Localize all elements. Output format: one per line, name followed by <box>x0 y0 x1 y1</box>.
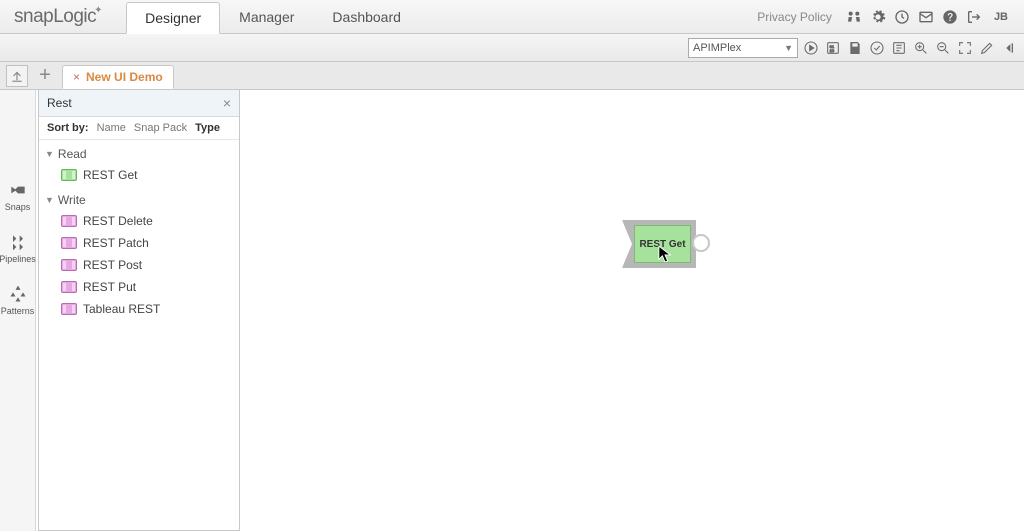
mail-icon[interactable] <box>918 9 934 25</box>
svg-text:10: 10 <box>830 48 835 53</box>
sort-label: Sort by: <box>47 122 89 134</box>
privacy-policy-link[interactable]: Privacy Policy <box>757 10 832 24</box>
rail-pipelines-label: Pipelines <box>0 254 36 264</box>
clock-icon[interactable] <box>894 9 910 25</box>
snap-type-write-icon <box>61 237 77 249</box>
play-icon[interactable] <box>802 39 820 57</box>
properties-icon[interactable] <box>890 39 908 57</box>
toolbar: APIMPlex ▼ 0110 <box>0 34 1024 62</box>
fit-icon[interactable] <box>956 39 974 57</box>
snap-item-label: Tableau REST <box>83 302 160 316</box>
help-icon[interactable] <box>942 9 958 25</box>
rail-snaps-label: Snaps <box>5 202 31 212</box>
snap-item-rest-post[interactable]: REST Post <box>43 254 235 276</box>
snap-item-rest-patch[interactable]: REST Patch <box>43 232 235 254</box>
side-rail: Snaps Pipelines Patterns <box>0 90 36 531</box>
header-right: Privacy Policy JB <box>757 9 1024 25</box>
snap-item-label: REST Delete <box>83 214 153 228</box>
sort-row: Sort by: Name Snap Pack Type <box>39 117 239 140</box>
exit-icon[interactable] <box>966 9 982 25</box>
group-name-read: Read <box>58 147 87 161</box>
group-name-write: Write <box>58 193 86 207</box>
chevron-down-icon: ▼ <box>784 43 793 53</box>
upload-pipeline-button[interactable] <box>6 65 28 87</box>
pipeline-canvas[interactable]: REST Get <box>240 90 1024 531</box>
sort-type[interactable]: Type <box>195 122 220 134</box>
snap-item-label: REST Put <box>83 280 136 294</box>
snap-item-rest-delete[interactable]: REST Delete <box>43 210 235 232</box>
rail-pipelines[interactable]: Pipelines <box>0 232 36 264</box>
save-icon[interactable] <box>846 39 864 57</box>
pipeline-dropdown-value: APIMPlex <box>693 42 741 54</box>
new-pipeline-button[interactable]: + <box>34 65 56 87</box>
zoom-out-icon[interactable] <box>934 39 952 57</box>
close-tab-icon[interactable]: × <box>73 70 80 84</box>
snap-type-write-icon <box>61 281 77 293</box>
snap-item-tableau-rest[interactable]: Tableau REST <box>43 298 235 320</box>
snap-catalog-panel: × Sort by: Name Snap Pack Type ▼ Read RE… <box>38 90 240 531</box>
document-tab[interactable]: × New UI Demo <box>62 65 174 89</box>
snap-search-input[interactable] <box>39 90 215 116</box>
snap-tree: ▼ Read REST Get ▼ Write REST Delete <box>39 140 239 328</box>
clear-search-icon[interactable]: × <box>215 95 239 111</box>
triangle-down-icon: ▼ <box>45 195 54 205</box>
rail-patterns-label: Patterns <box>1 306 35 316</box>
rail-patterns[interactable]: Patterns <box>1 284 35 316</box>
pipeline-dropdown[interactable]: APIMPlex ▼ <box>688 38 798 58</box>
binary-icon[interactable]: 0110 <box>824 39 842 57</box>
zoom-in-icon[interactable] <box>912 39 930 57</box>
group-header-read[interactable]: ▼ Read <box>43 144 235 164</box>
brand-logo: snapLogic✦ <box>0 6 120 28</box>
user-badge[interactable]: JB <box>990 9 1012 25</box>
app-header: snapLogic✦ Designer Manager Dashboard Pr… <box>0 0 1024 34</box>
main-area: Snaps Pipelines Patterns × Sort by: Name… <box>0 90 1024 531</box>
snap-item-label: REST Patch <box>83 236 149 250</box>
snap-type-write-icon <box>61 303 77 315</box>
gear-icon[interactable] <box>870 9 886 25</box>
snap-item-label: REST Post <box>83 258 142 272</box>
snap-search-row: × <box>39 90 239 117</box>
snap-type-write-icon <box>61 259 77 271</box>
snap-group-read: ▼ Read REST Get <box>43 144 235 186</box>
snap-item-rest-put[interactable]: REST Put <box>43 276 235 298</box>
nav-tabs: Designer Manager Dashboard <box>126 1 420 33</box>
validate-icon[interactable] <box>868 39 886 57</box>
binoculars-icon[interactable] <box>846 9 862 25</box>
sort-snappack[interactable]: Snap Pack <box>134 122 187 134</box>
triangle-down-icon: ▼ <box>45 149 54 159</box>
brand-part2: Logic <box>53 6 96 28</box>
nav-tab-manager[interactable]: Manager <box>220 1 313 33</box>
nav-tab-dashboard[interactable]: Dashboard <box>313 1 420 33</box>
sort-name[interactable]: Name <box>97 122 126 134</box>
snap-output-port[interactable] <box>692 234 710 252</box>
snap-node-label: REST Get <box>634 225 691 263</box>
group-header-write[interactable]: ▼ Write <box>43 190 235 210</box>
edit-icon[interactable] <box>978 39 996 57</box>
snap-item-label: REST Get <box>83 168 137 182</box>
brand-part1: snap <box>14 6 53 28</box>
canvas-snap-rest-get[interactable]: REST Get <box>622 220 696 268</box>
snap-item-rest-get[interactable]: REST Get <box>43 164 235 186</box>
nav-tab-designer[interactable]: Designer <box>126 2 220 34</box>
collapse-icon[interactable] <box>1000 39 1018 57</box>
snap-type-read-icon <box>61 169 77 181</box>
snap-type-write-icon <box>61 215 77 227</box>
rail-snaps[interactable]: Snaps <box>5 180 31 212</box>
snap-group-write: ▼ Write REST Delete REST Patch REST Post <box>43 190 235 320</box>
tab-strip: + × New UI Demo <box>0 62 1024 90</box>
brand-flare-icon: ✦ <box>94 5 106 17</box>
document-tab-name: New UI Demo <box>86 70 163 84</box>
